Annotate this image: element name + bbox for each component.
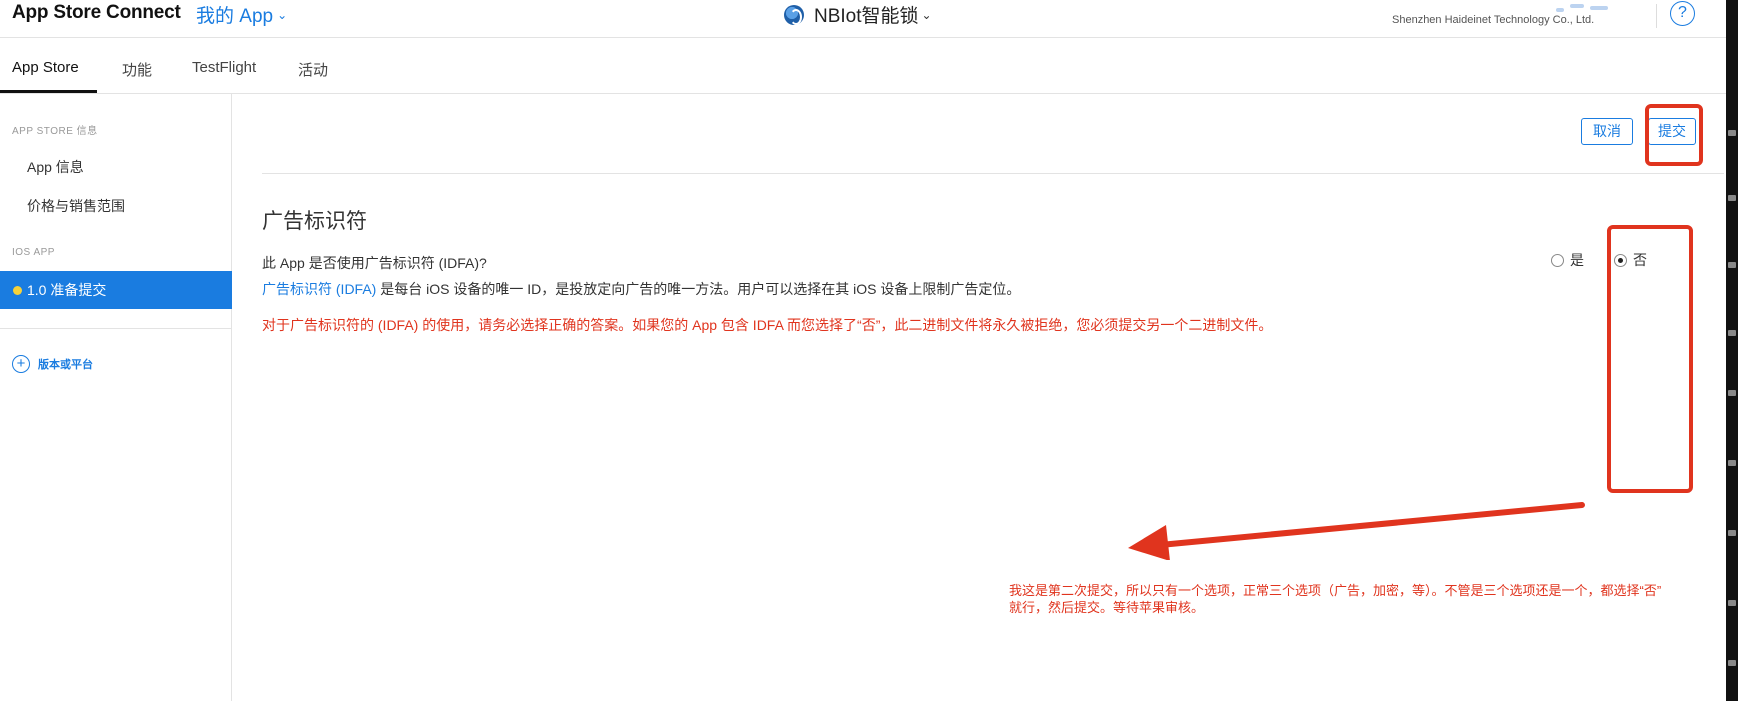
annotation-arrow-icon — [1128, 502, 1585, 560]
annotation-note-line1: 我这是第二次提交，所以只有一个选项，正常三个选项（广告，加密，等）。不管是三个选… — [1009, 583, 1662, 598]
app-switcher[interactable]: NBIot智能锁 ⌄ — [784, 1, 932, 28]
redacted-mark — [1556, 2, 1626, 12]
status-dot-icon — [13, 286, 22, 295]
idfa-link[interactable]: 广告标识符 (IDFA) — [262, 281, 376, 297]
tab-testflight[interactable]: TestFlight — [192, 59, 256, 76]
divider — [0, 328, 232, 329]
annotation-box-submit — [1645, 104, 1703, 166]
idfa-description: 广告标识符 (IDFA) 是每台 iOS 设备的唯一 ID，是投放定向广告的唯一… — [262, 279, 1020, 299]
my-apps-menu[interactable]: 我的 App ⌄ — [196, 1, 287, 28]
my-apps-label: 我的 App — [196, 6, 274, 27]
sidebar-item-pricing[interactable]: 价格与销售范围 — [27, 196, 125, 216]
top-bar: App Store Connect 我的 App ⌄ NBIot智能锁 ⌄ Shen… — [0, 0, 1738, 38]
section-title: 广告标识符 — [262, 210, 367, 233]
chevron-down-icon: ⌄ — [921, 8, 932, 22]
tab-activity[interactable]: 活动 — [298, 59, 328, 80]
sidebar-item-app-info[interactable]: App 信息 — [27, 157, 84, 177]
company-name: Shenzhen Haideinet Technology Co., Ltd. — [1392, 14, 1595, 26]
brand-title[interactable]: App Store Connect — [12, 2, 181, 24]
sidebar-section-app-store: APP STORE 信息 — [12, 126, 98, 137]
background-window-edge — [1726, 0, 1738, 701]
help-icon[interactable]: ? — [1670, 1, 1695, 26]
add-version-label: 版本或平台 — [38, 359, 93, 371]
app-name: NBIot智能锁 — [814, 6, 919, 27]
sidebar-item-version[interactable]: 1.0 准备提交 — [0, 271, 232, 309]
annotation-box-no — [1607, 225, 1693, 493]
cancel-button[interactable]: 取消 — [1581, 118, 1633, 145]
plus-circle-icon: + — [12, 355, 30, 373]
sidebar: APP STORE 信息 App 信息 价格与销售范围 IOS APP 1.0 … — [0, 94, 232, 701]
radio-yes[interactable]: 是 — [1551, 250, 1584, 270]
radio-yes-label: 是 — [1570, 252, 1584, 268]
chevron-down-icon: ⌄ — [277, 8, 288, 22]
idfa-description-text: 是每台 iOS 设备的唯一 ID，是投放定向广告的唯一方法。用户可以选择在其 i… — [376, 281, 1021, 297]
divider — [262, 173, 1724, 174]
sidebar-item-version-label: 1.0 准备提交 — [27, 282, 107, 298]
idfa-question: 此 App 是否使用广告标识符 (IDFA)? — [262, 255, 487, 271]
sidebar-section-ios: IOS APP — [12, 247, 55, 258]
tab-bar: App Store 功能 TestFlight 活动 — [0, 38, 1738, 94]
annotation-note: 我这是第二次提交，所以只有一个选项，正常三个选项（广告，加密，等）。不管是三个选… — [1009, 582, 1729, 616]
idfa-warning: 对于广告标识符的 (IDFA) 的使用，请务必选择正确的答案。如果您的 App … — [262, 317, 1273, 333]
tab-app-store[interactable]: App Store — [12, 59, 79, 76]
divider — [1656, 4, 1657, 28]
tab-features[interactable]: 功能 — [122, 59, 152, 80]
app-logo-icon — [784, 4, 804, 25]
active-tab-indicator — [0, 90, 97, 93]
radio-unchecked-icon — [1551, 253, 1564, 267]
add-version-button[interactable]: + 版本或平台 — [12, 355, 93, 373]
annotation-note-line2: 就行，然后提交。等待苹果审核。 — [1009, 600, 1205, 615]
